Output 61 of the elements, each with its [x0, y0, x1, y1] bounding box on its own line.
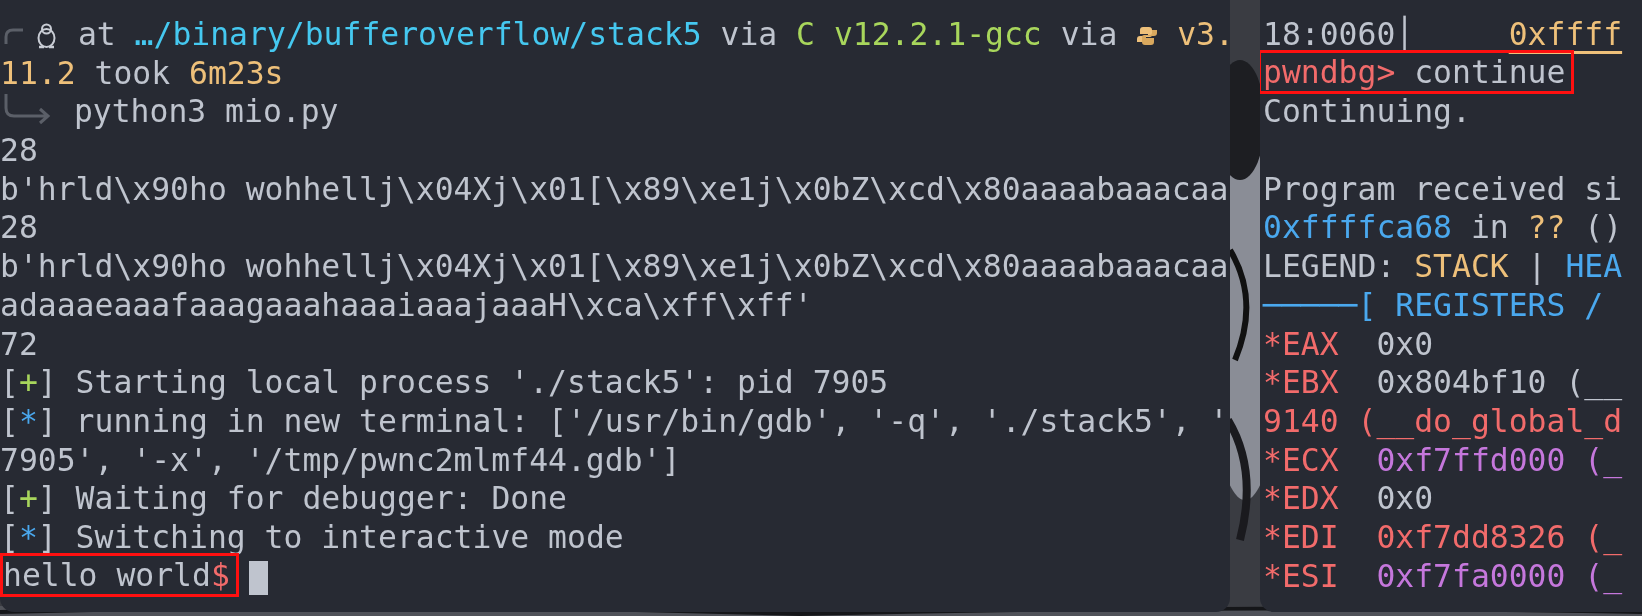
- output-text: |: [1526, 248, 1548, 285]
- output-text: 7905', '-x', '/tmp/pwnc2mlmf44.gdb']: [0, 441, 681, 478]
- register-value: 0xf7ffd000 (_: [1375, 441, 1623, 478]
- output-text: hello world: [3, 556, 211, 593]
- directory-path: …/binary/bufferoverflow/stack5: [134, 16, 702, 52]
- prompt-symbol: $: [210, 556, 230, 593]
- output-text: b'hrld\x90ho wohhellj\x04Xj\x01[\x89\xe1j\x0bZ\xcd\x80aaaabaaacaa: [0, 170, 1229, 207]
- output-text: via: [1059, 16, 1119, 52]
- output-text: ] Waiting for debugger: Done: [37, 480, 567, 517]
- output-text: ] running in new terminal: ['/usr/bin/gdb', '-q', './stack5', ': [37, 402, 1229, 439]
- python-version: 11.2: [0, 54, 76, 91]
- output-text: ] Starting local process './stack5': pid 7905: [37, 364, 889, 401]
- star-marker: *: [18, 402, 38, 439]
- plus-marker: +: [18, 364, 38, 401]
- output-text: 72: [0, 325, 38, 362]
- output-text: python3 mio.py: [72, 93, 339, 130]
- register-value: 0xf7fa0000 (_: [1375, 557, 1623, 594]
- output-text: ] Switching to interactive mode: [37, 518, 624, 555]
- output-text: b'hrld\x90ho wohhellj\x04Xj\x01[\x89\xe1j\x0bZ\xcd\x80aaaabaaacaa: [0, 248, 1229, 285]
- compiler-version: C v12.2.1-gcc: [796, 16, 1042, 52]
- legend-stack: STACK: [1414, 248, 1509, 285]
- register-value: 9140 (__do_global_d: [1263, 402, 1623, 439]
- output-text: [: [0, 480, 19, 517]
- output-text: via: [719, 16, 779, 52]
- output-text: took: [93, 54, 172, 91]
- output-text: 28: [0, 209, 38, 246]
- output-text: 0x804bf10 (__: [1375, 364, 1623, 401]
- output-text: Continuing.: [1263, 93, 1471, 130]
- register-name: *EAX: [1263, 325, 1339, 362]
- star-marker: *: [18, 518, 38, 555]
- memory-address: 0xffffca68: [1263, 209, 1452, 246]
- section-header: ─────[ REGISTERS /: [1263, 286, 1604, 323]
- register-name: *ESI: [1263, 557, 1339, 594]
- output-text: Program received si: [1263, 170, 1623, 207]
- debugger-prompt: pwndbg>: [1263, 53, 1396, 90]
- output-text: 0x0: [1375, 480, 1434, 517]
- python-version: v3.: [1176, 16, 1230, 52]
- output-text: 18:0060│: [1263, 16, 1416, 52]
- register-name: *ECX: [1263, 441, 1339, 478]
- output-text: continue: [1413, 53, 1566, 90]
- register-value: 0xf7dd8326 (_: [1375, 518, 1623, 555]
- legend-heap: HEA: [1565, 248, 1623, 285]
- output-text: (): [1583, 209, 1623, 246]
- output-text: [: [0, 402, 19, 439]
- output-text: at: [76, 16, 117, 52]
- duration-text: 6m23s: [189, 54, 284, 91]
- output-text: LEGEND:: [1263, 248, 1397, 285]
- output-text: 0x0: [1375, 325, 1434, 362]
- output-text: [: [0, 518, 19, 555]
- plus-marker: +: [18, 480, 38, 517]
- unknown-symbol: ??: [1527, 209, 1566, 246]
- register-name: *EBX: [1263, 364, 1339, 401]
- corner-line-icon: [4, 28, 24, 44]
- register-name: *EDI: [1263, 518, 1339, 555]
- output-text: adaaaeaaafaaagaaahaaaiaaajaaaH\xca\xff\xff': [0, 286, 813, 323]
- snake-icon: [1136, 25, 1159, 47]
- register-name: *EDX: [1263, 480, 1339, 517]
- output-text: 28: [0, 132, 38, 169]
- output-text: in: [1469, 209, 1510, 246]
- output-text: [: [0, 364, 19, 401]
- code-address: 0xffff: [1508, 16, 1623, 52]
